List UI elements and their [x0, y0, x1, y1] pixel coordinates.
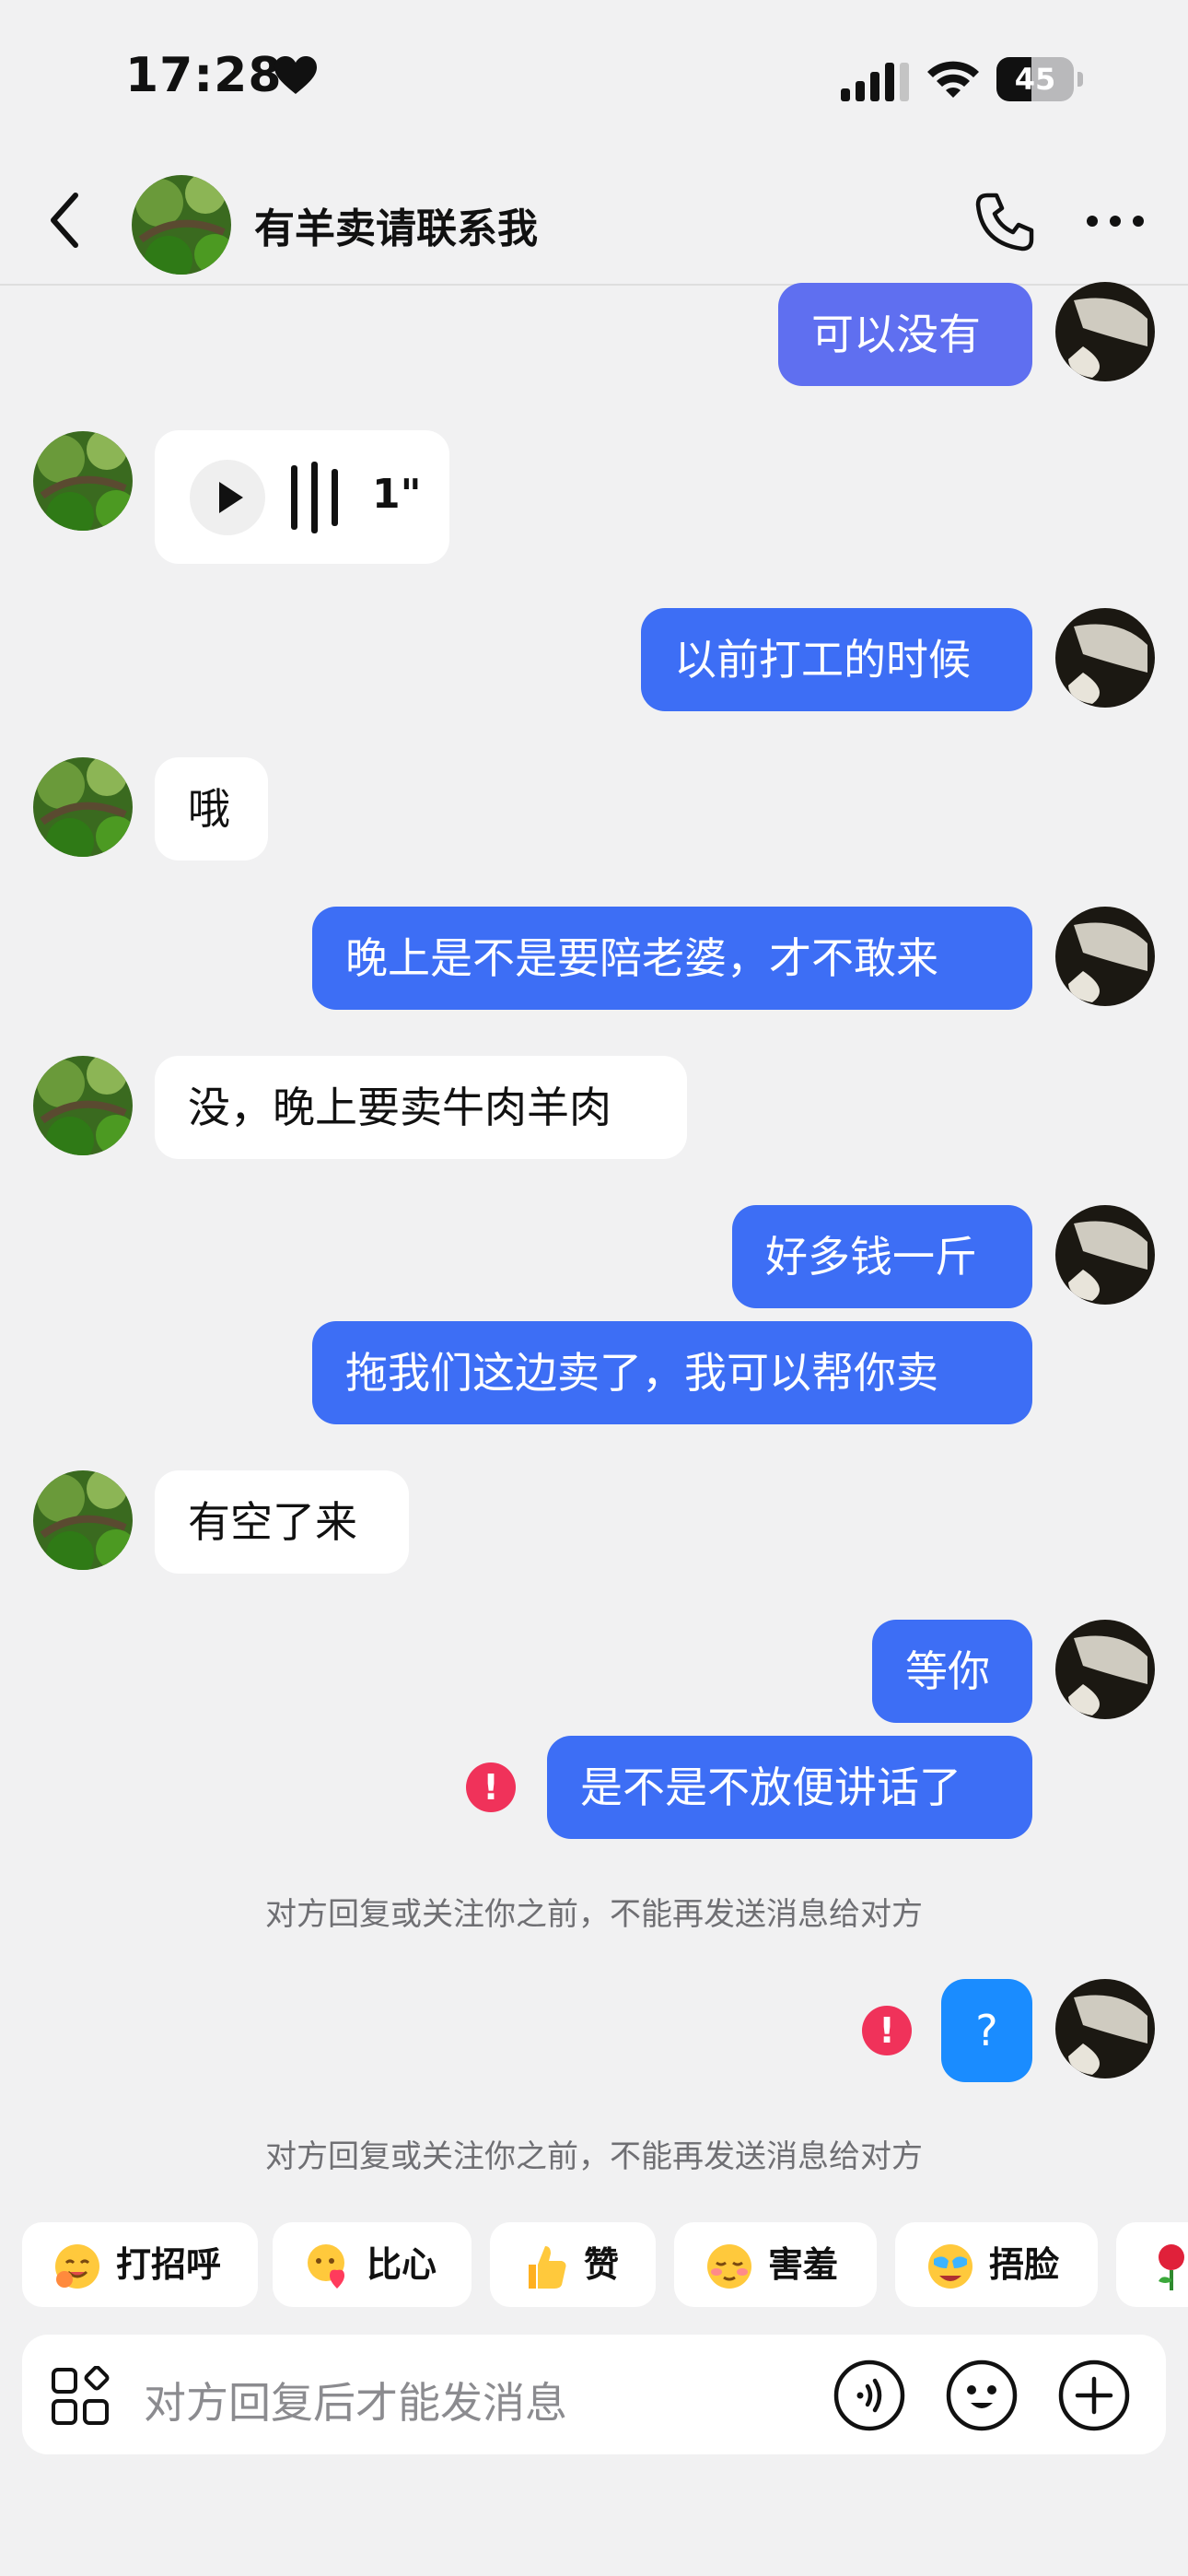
battery-percent: 45 — [1014, 62, 1056, 97]
play-icon — [219, 482, 243, 513]
contact-avatar[interactable] — [33, 1470, 133, 1570]
audio-wave-icon — [291, 462, 338, 533]
quick-reply-label: 赞 — [584, 2244, 620, 2285]
chat-header: 有羊卖请联系我 — [0, 157, 1188, 286]
quick-reply-label: 害羞 — [768, 2244, 839, 2285]
message-input-bar: 对方回复后才能发消息 — [22, 2335, 1166, 2454]
shy-emoji-icon — [707, 2244, 751, 2289]
my-avatar[interactable] — [1055, 1979, 1155, 2078]
quick-reply-label: 捂脸 — [989, 2244, 1060, 2285]
message-outgoing[interactable]: 晚上是不是要陪老婆，才不敢来 — [312, 907, 1032, 1010]
my-avatar[interactable] — [1055, 608, 1155, 708]
contact-avatar[interactable] — [33, 431, 133, 531]
contact-avatar[interactable] — [33, 757, 133, 857]
voice-duration: 1" — [372, 471, 422, 518]
contact-avatar[interactable] — [33, 1056, 133, 1155]
greeting-emoji-icon — [55, 2244, 99, 2289]
phone-call-icon[interactable] — [974, 192, 1035, 252]
rose-emoji-icon — [1159, 2244, 1184, 2290]
message-outgoing[interactable]: 可以没有 — [778, 283, 1032, 386]
voice-input-icon[interactable] — [833, 2359, 906, 2432]
add-icon[interactable] — [1057, 2359, 1131, 2432]
contact-avatar[interactable] — [132, 175, 231, 275]
status-bar: 17:28 45 — [0, 0, 1188, 157]
my-avatar[interactable] — [1055, 282, 1155, 381]
message-outgoing[interactable]: 是不是不放便讲话了 — [547, 1736, 1032, 1839]
message-outgoing[interactable]: 好多钱一斤 — [732, 1205, 1032, 1308]
quick-reply-greet[interactable]: 打招呼 — [22, 2222, 258, 2307]
play-button[interactable] — [190, 460, 265, 535]
message-outgoing[interactable]: 拖我们这边卖了，我可以帮你卖 — [312, 1321, 1032, 1424]
emoji-icon[interactable] — [945, 2359, 1019, 2432]
quick-reply-heart[interactable]: 比心 — [273, 2222, 472, 2307]
apps-grid-icon[interactable] — [50, 2366, 111, 2427]
message-outgoing[interactable]: 等你 — [872, 1620, 1032, 1723]
message-input[interactable]: 对方回复后才能发消息 — [144, 2370, 567, 2430]
message-outgoing[interactable]: ? — [941, 1979, 1032, 2082]
status-time: 17:28 — [125, 48, 283, 103]
system-notice: 对方回复或关注你之前，不能再发送消息给对方 — [265, 1896, 923, 1933]
message-incoming[interactable]: 有空了来 — [155, 1470, 409, 1574]
my-avatar[interactable] — [1055, 1205, 1155, 1305]
chat-title: 有羊卖请联系我 — [254, 205, 538, 252]
my-avatar[interactable] — [1055, 1620, 1155, 1719]
system-notice: 对方回复或关注你之前，不能再发送消息给对方 — [265, 2138, 923, 2175]
facepalm-emoji-icon — [928, 2244, 973, 2289]
message-incoming[interactable]: 没，晚上要卖牛肉羊肉 — [155, 1056, 687, 1159]
back-icon[interactable] — [41, 190, 92, 251]
heart-hands-emoji-icon — [308, 2244, 344, 2289]
battery-indicator: 45 — [996, 57, 1085, 101]
cellular-signal-icon — [841, 63, 909, 101]
send-failed-icon[interactable]: ! — [466, 1762, 516, 1812]
message-incoming[interactable]: 哦 — [155, 757, 268, 861]
wifi-icon — [927, 61, 979, 98]
quick-reply-facepalm[interactable]: 捂脸 — [895, 2222, 1098, 2307]
message-outgoing[interactable]: 以前打工的时候 — [641, 608, 1032, 711]
thumbs-up-emoji-icon — [529, 2246, 566, 2289]
quick-reply-label: 比心 — [367, 2244, 437, 2285]
send-failed-icon[interactable]: ! — [862, 2006, 912, 2055]
heart-icon — [274, 56, 317, 94]
my-avatar[interactable] — [1055, 907, 1155, 1006]
quick-reply-shy[interactable]: 害羞 — [674, 2222, 877, 2307]
quick-reply-rose[interactable] — [1116, 2222, 1188, 2307]
quick-reply-label: 打招呼 — [116, 2244, 222, 2285]
quick-reply-like[interactable]: 赞 — [490, 2222, 656, 2307]
more-options-icon[interactable] — [1085, 212, 1146, 230]
quick-reply-bar: 打招呼 比心 赞 害羞 捂脸 — [0, 2222, 1188, 2307]
voice-message[interactable]: 1" — [155, 430, 449, 564]
